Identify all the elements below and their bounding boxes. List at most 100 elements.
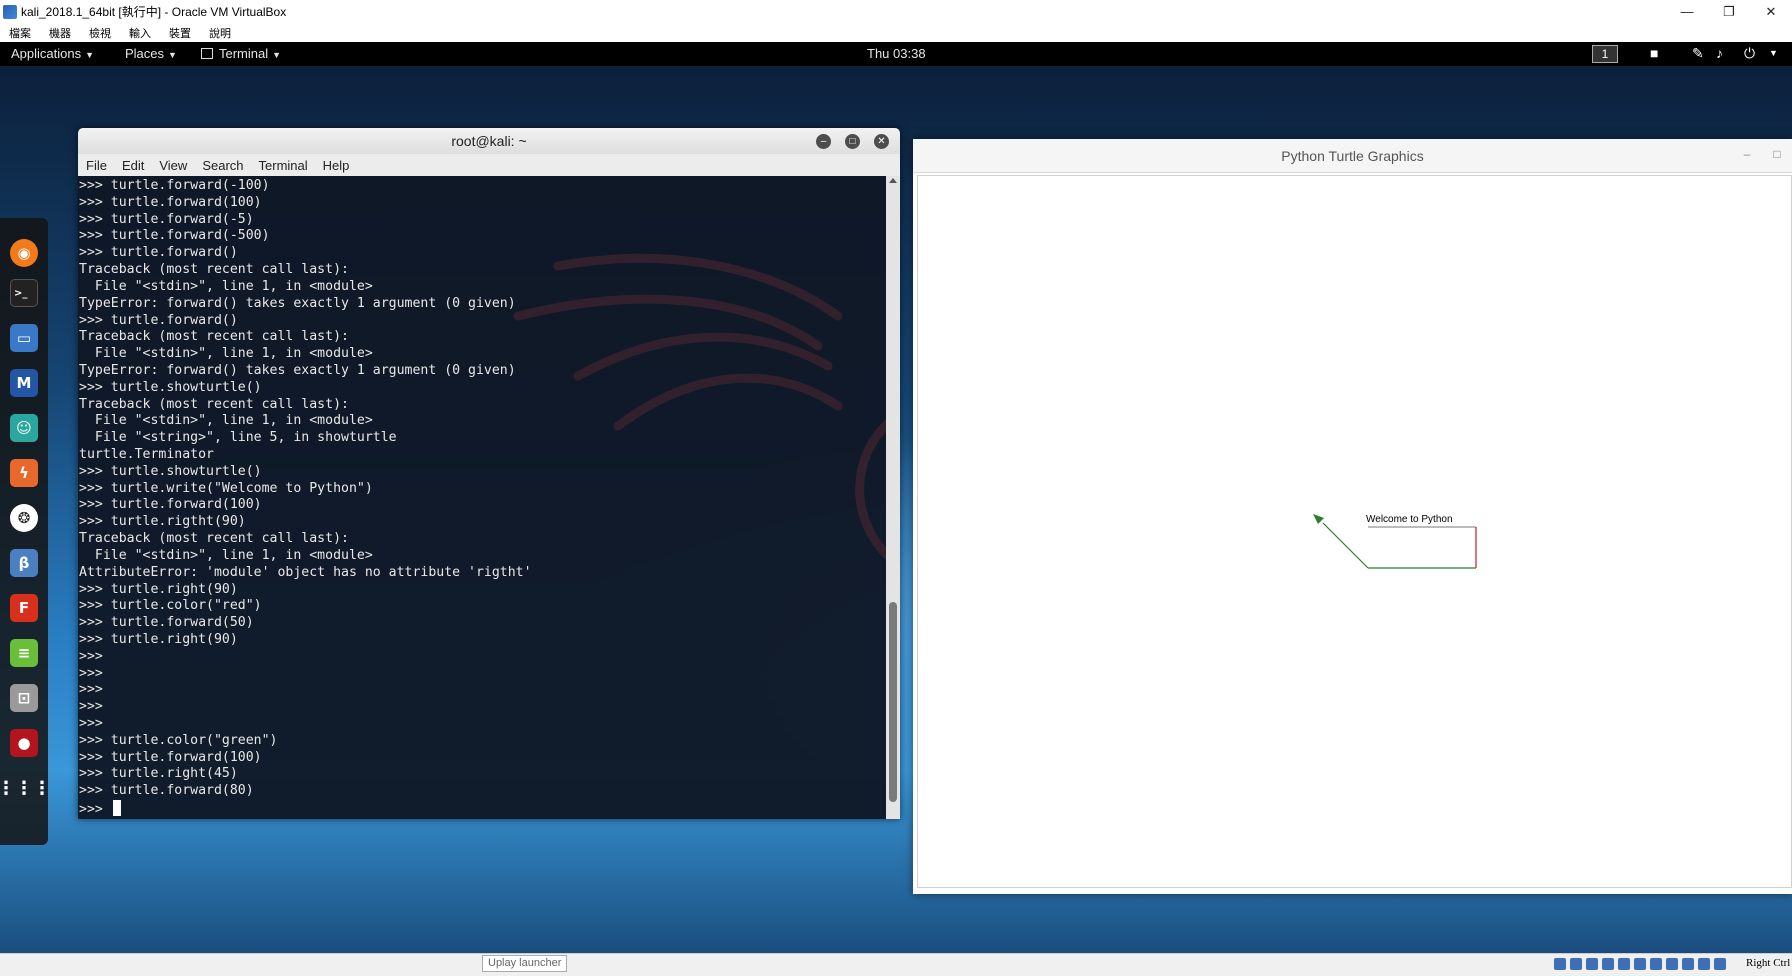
scrollbar-thumb[interactable]	[889, 602, 897, 802]
terminal-menu-view[interactable]: View	[151, 158, 194, 173]
terminal-line: File "<stdin>", line 1, in <module>	[94, 346, 373, 362]
turtle-canvas[interactable]: Welcome to Python	[917, 175, 1792, 888]
terminal-line: TypeError: forward() takes exactly 1 arg…	[79, 362, 516, 378]
restore-button[interactable]: ❐	[1708, 0, 1750, 23]
terminal-menu-search[interactable]: Search	[194, 158, 250, 173]
terminal-line: >>>	[79, 699, 103, 715]
turtle-window-title: Python Turtle Graphics	[1281, 148, 1424, 164]
terminal-line: >>> turtle.forward(100)	[79, 497, 262, 513]
terminal-line: >>> turtle.color("red")	[79, 598, 262, 614]
terminal-output[interactable]: >>> turtle.forward(-100) >>> turtle.forw…	[78, 176, 886, 819]
menu-machine[interactable]: 機器	[40, 25, 80, 41]
terminal-line: >>> turtle.forward(-500)	[79, 228, 270, 244]
terminal-line: >>> turtle.write("Welcome to Python")	[79, 480, 373, 496]
display-icon[interactable]	[1650, 958, 1662, 970]
turtle-titlebar[interactable]: Python Turtle Graphics – □	[913, 139, 1792, 173]
maximize-icon[interactable]: □	[845, 134, 860, 149]
close-icon[interactable]: ✕	[874, 134, 889, 149]
terminal-menu-file[interactable]: File	[78, 158, 114, 173]
keyboard-icon[interactable]	[1714, 958, 1726, 970]
minimize-icon[interactable]: –	[816, 134, 831, 149]
hdd-icon[interactable]	[1554, 958, 1566, 970]
terminal-menu-help[interactable]: Help	[315, 158, 357, 173]
volume-icon[interactable]: ♪	[1716, 45, 1723, 61]
pen-icon[interactable]: ✎	[1692, 45, 1704, 62]
armitage-icon[interactable]: ☺	[10, 414, 38, 442]
window-title: kali_2018.1_64bit [執行中] - Oracle VM Virt…	[21, 5, 287, 19]
dock: ◉ >_ ▭ M ☺ ϟ ❂ β F ≡ ⊡ ● ⋮⋮⋮	[0, 218, 51, 845]
terminal-menu-terminal[interactable]: Terminal	[251, 158, 315, 173]
uplay-tooltip: Uplay launcher	[482, 955, 568, 972]
terminal-app-menu[interactable]: Terminal ▼	[201, 46, 281, 61]
faraday-icon[interactable]: F	[10, 594, 38, 622]
applications-menu[interactable]: Applications ▼	[11, 46, 94, 61]
network-icon[interactable]	[1602, 958, 1614, 970]
close-button[interactable]: ✕	[1750, 0, 1792, 23]
virtualbox-icon	[3, 4, 17, 19]
show-apps-icon[interactable]: ⋮⋮⋮	[0, 774, 51, 802]
terminal-line: >>> turtle.color("green")	[79, 732, 278, 748]
menu-view[interactable]: 檢視	[80, 25, 120, 41]
recordmydesktop-icon[interactable]: ●	[10, 729, 38, 757]
video-icon[interactable]: ■	[1650, 45, 1658, 61]
vbox-statusbar: Uplay launcher Right Ctrl	[0, 953, 1792, 976]
gnome-topbar: Applications ▼ Places ▼ Terminal ▼ Thu 03:3…	[0, 42, 1792, 66]
usb-icon[interactable]	[1618, 958, 1630, 970]
terminal-scrollbar[interactable]	[886, 176, 900, 819]
beef-icon[interactable]: β	[10, 549, 38, 577]
terminal-line: >>> turtle.forward()	[79, 312, 238, 328]
terminal-line: File "<stdin>", line 1, in <module>	[94, 278, 373, 294]
clock[interactable]: Thu 03:38	[867, 46, 926, 61]
terminal-menubar: File Edit View Search Terminal Help	[78, 154, 900, 176]
terminal-line: >>> turtle.showturtle()	[79, 379, 262, 395]
turtle-cursor-icon	[1313, 514, 1324, 524]
cpu-icon[interactable]	[1682, 958, 1694, 970]
cutycapt-icon[interactable]: ⊡	[10, 684, 38, 712]
terminal-line: >>> turtle.forward(-100)	[79, 178, 270, 193]
turtle-written-text: Welcome to Python	[1366, 514, 1453, 525]
terminal-menu-edit[interactable]: Edit	[114, 158, 151, 173]
optical-drive-icon[interactable]	[1570, 958, 1582, 970]
maltego-icon[interactable]: ❂	[10, 504, 38, 532]
terminal-line: File "<stdin>", line 1, in <module>	[94, 413, 373, 429]
turtle-maximize-icon[interactable]: □	[1762, 139, 1792, 169]
burpsuite-icon[interactable]: ϟ	[10, 459, 38, 487]
terminal-lines: >>> turtle.forward(-100) >>> turtle.forw…	[79, 178, 532, 819]
terminal-icon[interactable]: >_	[10, 279, 38, 307]
menu-devices[interactable]: 裝置	[160, 25, 200, 41]
terminal-small-icon	[201, 48, 213, 59]
files-icon[interactable]: ▭	[10, 324, 38, 352]
firefox-icon[interactable]: ◉	[10, 239, 38, 267]
terminal-line: Traceback (most recent call last):	[79, 329, 349, 345]
terminal-line: >>> turtle.forward(100)	[79, 194, 262, 210]
shared-folder-icon[interactable]	[1634, 958, 1646, 970]
workspace-indicator[interactable]: 1	[1592, 45, 1618, 63]
power-icon[interactable]: ⏻	[1744, 45, 1755, 62]
metasploit-icon[interactable]: M	[10, 369, 38, 397]
minimize-button[interactable]: —	[1666, 0, 1708, 23]
terminal-line: TypeError: forward() takes exactly 1 arg…	[79, 295, 516, 311]
leafpad-icon[interactable]: ≡	[10, 639, 38, 667]
audio-icon[interactable]	[1586, 958, 1598, 970]
menu-input[interactable]: 輸入	[120, 25, 160, 41]
terminal-line: >>>	[79, 682, 103, 698]
terminal-title: root@kali: ~	[451, 133, 527, 149]
places-menu[interactable]: Places ▼	[125, 46, 177, 61]
chevron-down-icon[interactable]: ▼	[1769, 48, 1778, 58]
terminal-line: >>> turtle.forward(100)	[79, 749, 262, 765]
text-cursor	[112, 800, 121, 817]
terminal-line: >>> turtle.right(90)	[79, 581, 238, 597]
menu-help[interactable]: 說明	[200, 25, 240, 41]
terminal-line: >>> turtle.forward(80)	[79, 783, 254, 799]
menu-file[interactable]: 檔案	[0, 25, 40, 41]
terminal-line: Traceback (most recent call last):	[79, 531, 349, 547]
mouse-integration-icon[interactable]	[1698, 958, 1710, 970]
turtle-minimize-icon[interactable]: –	[1732, 139, 1762, 169]
guest-desktop: Applications ▼ Places ▼ Terminal ▼ Thu 03:3…	[0, 42, 1792, 953]
terminal-line: >>> turtle.rigtht(90)	[79, 514, 246, 530]
kali-dragon-watermark	[513, 253, 886, 561]
scroll-up-icon[interactable]	[889, 178, 897, 183]
terminal-titlebar[interactable]: root@kali: ~ – □ ✕	[78, 128, 900, 154]
video-capture-icon[interactable]	[1666, 958, 1678, 970]
turtle-green-diagonal-line	[1322, 522, 1369, 569]
